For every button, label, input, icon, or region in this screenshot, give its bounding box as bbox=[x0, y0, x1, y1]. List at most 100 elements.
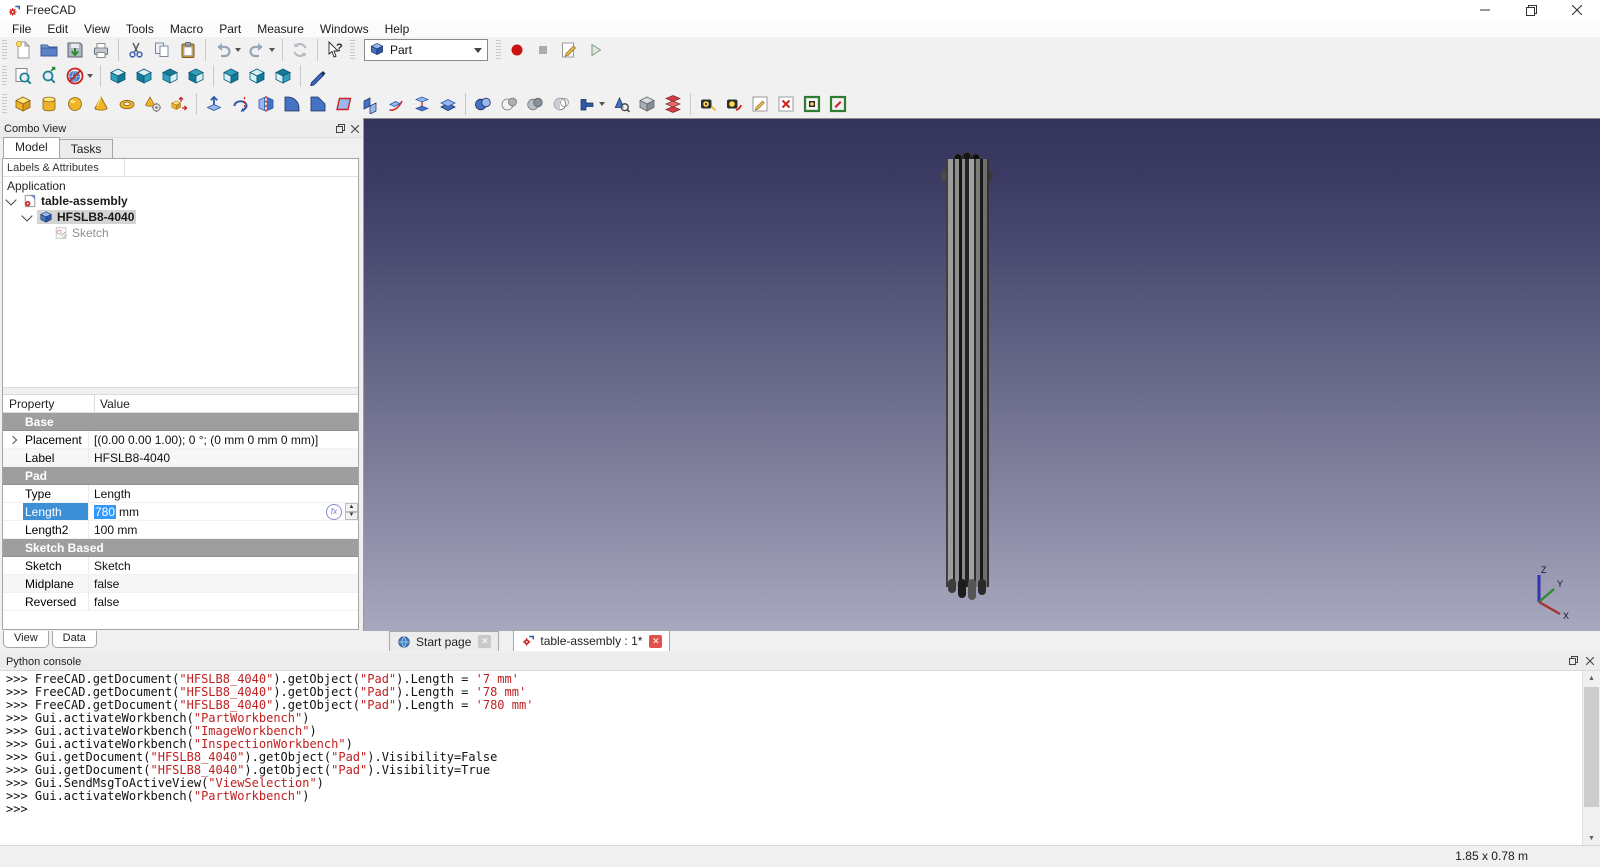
3d-viewport[interactable]: Z Y X bbox=[363, 118, 1600, 632]
tab-close-icon[interactable]: ✕ bbox=[649, 634, 663, 648]
restore-button[interactable] bbox=[1508, 0, 1554, 20]
primitive-cylinder-button[interactable] bbox=[36, 92, 62, 116]
property-value[interactable]: false bbox=[89, 593, 358, 610]
fit-selection-button[interactable] bbox=[36, 64, 62, 88]
measure-pen-button[interactable] bbox=[305, 64, 331, 88]
paste-button[interactable] bbox=[175, 38, 201, 62]
whats-this-button[interactable]: ? bbox=[322, 38, 348, 62]
document-tab-table-assembly-1[interactable]: table-assembly : 1* ✕ bbox=[513, 630, 671, 651]
property-row-placement[interactable]: Placement [(0.00 0.00 1.00); 0 °; (0 mm 0… bbox=[3, 431, 358, 449]
tab-close-icon[interactable]: ✕ bbox=[478, 635, 492, 648]
length-spinner[interactable]: ▲ ▼ bbox=[345, 503, 358, 520]
expand-icon[interactable] bbox=[8, 435, 18, 444]
view-top-button[interactable] bbox=[157, 64, 183, 88]
minimize-button[interactable] bbox=[1462, 0, 1508, 20]
property-value[interactable]: false bbox=[89, 575, 358, 592]
property-value[interactable]: HFSLB8-4040 bbox=[89, 449, 358, 466]
new-file-button[interactable] bbox=[10, 38, 36, 62]
property-row-reversed[interactable]: Reversed false bbox=[3, 593, 358, 611]
boolean-union-button[interactable] bbox=[470, 92, 496, 116]
fit-all-button[interactable] bbox=[10, 64, 36, 88]
refresh-button[interactable] bbox=[287, 38, 313, 62]
property-row-midplane[interactable]: Midplane false bbox=[3, 575, 358, 593]
sweep-button[interactable] bbox=[383, 92, 409, 116]
dropdown-arrow-icon[interactable] bbox=[599, 101, 605, 106]
revolve-button[interactable] bbox=[227, 92, 253, 116]
menu-file[interactable]: File bbox=[4, 21, 39, 37]
macro-edit-button[interactable] bbox=[556, 38, 582, 62]
property-group-base[interactable]: Base bbox=[3, 413, 358, 431]
workbench-selector[interactable]: Part bbox=[364, 39, 488, 61]
extrusion-model[interactable] bbox=[939, 149, 1009, 609]
shape-builder-button[interactable] bbox=[166, 92, 192, 116]
document-tab-start-page[interactable]: Start page ✕ bbox=[389, 631, 500, 651]
primitive-cone-button[interactable] bbox=[88, 92, 114, 116]
console-scrollbar[interactable]: ▲ ▼ bbox=[1582, 671, 1600, 846]
tab-data[interactable]: Data bbox=[51, 631, 97, 648]
panel-splitter[interactable] bbox=[3, 387, 358, 395]
extrude-button[interactable] bbox=[201, 92, 227, 116]
ruled-surface-button[interactable] bbox=[357, 92, 383, 116]
thickness-button[interactable] bbox=[435, 92, 461, 116]
defeaturing-button[interactable] bbox=[634, 92, 660, 116]
macro-record-button[interactable] bbox=[504, 38, 530, 62]
property-row-sketch[interactable]: Sketch Sketch bbox=[3, 557, 358, 575]
console-close-icon[interactable] bbox=[1585, 656, 1595, 668]
measure-toggle-3d-button[interactable] bbox=[825, 92, 851, 116]
spin-down-icon[interactable]: ▼ bbox=[345, 511, 358, 520]
toolbar-grip[interactable] bbox=[496, 40, 501, 60]
primitive-sphere-button[interactable] bbox=[62, 92, 88, 116]
boolean-cut-button[interactable] bbox=[496, 92, 522, 116]
expression-editor-icon[interactable]: fx bbox=[326, 503, 342, 520]
menu-tools[interactable]: Tools bbox=[118, 21, 162, 37]
view-rear-button[interactable] bbox=[218, 64, 244, 88]
property-value[interactable]: Sketch bbox=[89, 557, 358, 574]
save-button[interactable] bbox=[62, 38, 88, 62]
scroll-down-icon[interactable]: ▼ bbox=[1583, 831, 1600, 846]
draw-style-button[interactable] bbox=[62, 64, 96, 88]
macro-stop-button[interactable] bbox=[530, 38, 556, 62]
measure-clear-all-button[interactable] bbox=[773, 92, 799, 116]
tree-item-hfslb8-4040[interactable]: HFSLB8-4040 bbox=[3, 209, 358, 225]
menu-part[interactable]: Part bbox=[211, 21, 249, 37]
loft-button[interactable] bbox=[409, 92, 435, 116]
toolbar-grip[interactable] bbox=[2, 93, 7, 114]
undo-button[interactable] bbox=[210, 38, 244, 62]
measure-angular-button[interactable] bbox=[721, 92, 747, 116]
property-value[interactable]: Length bbox=[89, 485, 358, 502]
fillet-button[interactable] bbox=[279, 92, 305, 116]
primitive-torus-button[interactable] bbox=[114, 92, 140, 116]
measure-linear-button[interactable] bbox=[695, 92, 721, 116]
toolbar-grip[interactable] bbox=[2, 40, 7, 60]
property-value[interactable]: [(0.00 0.00 1.00); 0 °; (0 mm 0 mm 0 mm)… bbox=[89, 431, 358, 448]
panel-float-icon[interactable] bbox=[336, 124, 345, 133]
measure-refresh-button[interactable] bbox=[747, 92, 773, 116]
redo-button[interactable] bbox=[244, 38, 278, 62]
menu-help[interactable]: Help bbox=[377, 21, 418, 37]
property-row-type[interactable]: Type Length bbox=[3, 485, 358, 503]
tab-model[interactable]: Model bbox=[3, 137, 60, 158]
boolean-common-button[interactable] bbox=[522, 92, 548, 116]
menu-macro[interactable]: Macro bbox=[162, 21, 211, 37]
tree-item-table-assembly[interactable]: table-assembly bbox=[3, 193, 358, 209]
view-right-button[interactable] bbox=[183, 64, 209, 88]
copy-button[interactable] bbox=[149, 38, 175, 62]
create-primitives-button[interactable] bbox=[140, 92, 166, 116]
print-button[interactable] bbox=[88, 38, 114, 62]
measure-toggle-all-button[interactable] bbox=[799, 92, 825, 116]
panel-close-icon[interactable] bbox=[351, 124, 359, 133]
dropdown-arrow-icon[interactable] bbox=[87, 74, 93, 78]
boolean-operation-button[interactable] bbox=[574, 92, 608, 116]
macro-play-button[interactable] bbox=[582, 38, 608, 62]
menu-windows[interactable]: Windows bbox=[312, 21, 377, 37]
check-geometry-button[interactable] bbox=[608, 92, 634, 116]
property-group-sketch-based[interactable]: Sketch Based bbox=[3, 539, 358, 557]
menu-measure[interactable]: Measure bbox=[249, 21, 312, 37]
combo-dropdown-arrow-icon[interactable] bbox=[474, 47, 482, 53]
view-front-button[interactable] bbox=[131, 64, 157, 88]
cut-button[interactable] bbox=[123, 38, 149, 62]
tab-tasks[interactable]: Tasks bbox=[58, 139, 114, 158]
scroll-thumb[interactable] bbox=[1584, 687, 1599, 807]
cross-sections-button[interactable] bbox=[660, 92, 686, 116]
boolean-section-button[interactable] bbox=[548, 92, 574, 116]
